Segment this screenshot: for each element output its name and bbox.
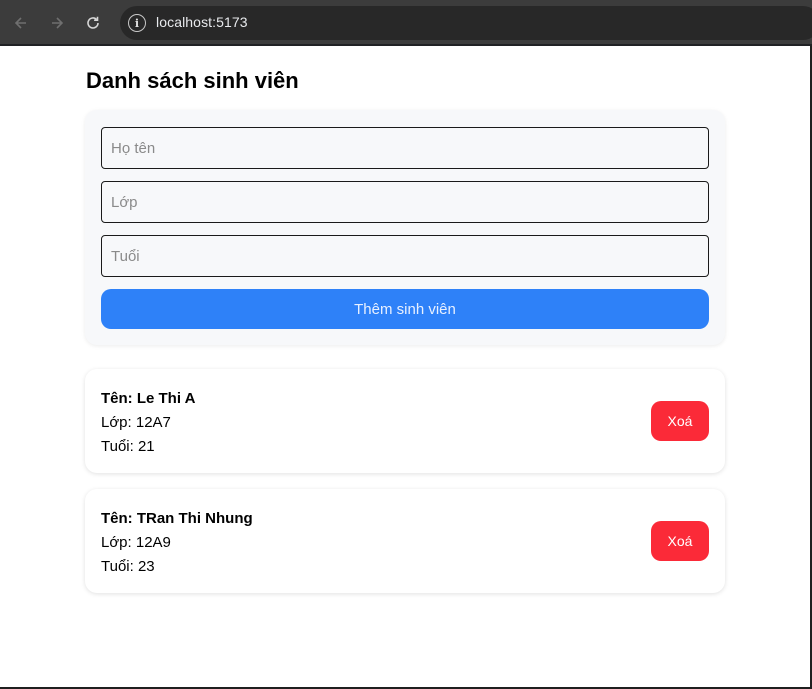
delete-student-button[interactable]: Xoá — [651, 521, 709, 561]
student-card: Tên: Le Thi A Lớp: 12A7 Tuổi: 21 Xoá — [85, 369, 725, 473]
delete-student-button[interactable]: Xoá — [651, 401, 709, 441]
student-class: Lớp: 12A9 — [101, 534, 171, 551]
reload-icon[interactable] — [81, 11, 105, 35]
student-age: Tuổi: 21 — [101, 438, 155, 455]
age-input[interactable] — [101, 235, 709, 277]
site-info-icon[interactable]: i — [128, 14, 146, 32]
student-class: Lớp: 12A7 — [101, 414, 171, 431]
page-title: Danh sách sinh viên — [86, 68, 299, 93]
student-name: Tên: Le Thi A — [101, 390, 196, 407]
browser-toolbar: i localhost:5173 — [0, 0, 812, 46]
add-student-button[interactable]: Thêm sinh viên — [101, 289, 709, 329]
student-card: Tên: TRan Thi Nhung Lớp: 12A9 Tuổi: 23 X… — [85, 489, 725, 593]
student-name: Tên: TRan Thi Nhung — [101, 510, 253, 527]
student-info: Tên: TRan Thi Nhung Lớp: 12A9 Tuổi: 23 — [101, 507, 253, 579]
address-bar[interactable]: i localhost:5173 — [120, 6, 812, 40]
add-student-form: Thêm sinh viên — [85, 110, 725, 345]
class-input[interactable] — [101, 181, 709, 223]
forward-arrow-icon[interactable] — [45, 11, 69, 35]
student-info: Tên: Le Thi A Lớp: 12A7 Tuổi: 21 — [101, 387, 195, 459]
back-arrow-icon[interactable] — [9, 11, 33, 35]
url-text[interactable]: localhost:5173 — [156, 14, 248, 30]
name-input[interactable] — [101, 127, 709, 169]
student-age: Tuổi: 23 — [101, 558, 155, 575]
